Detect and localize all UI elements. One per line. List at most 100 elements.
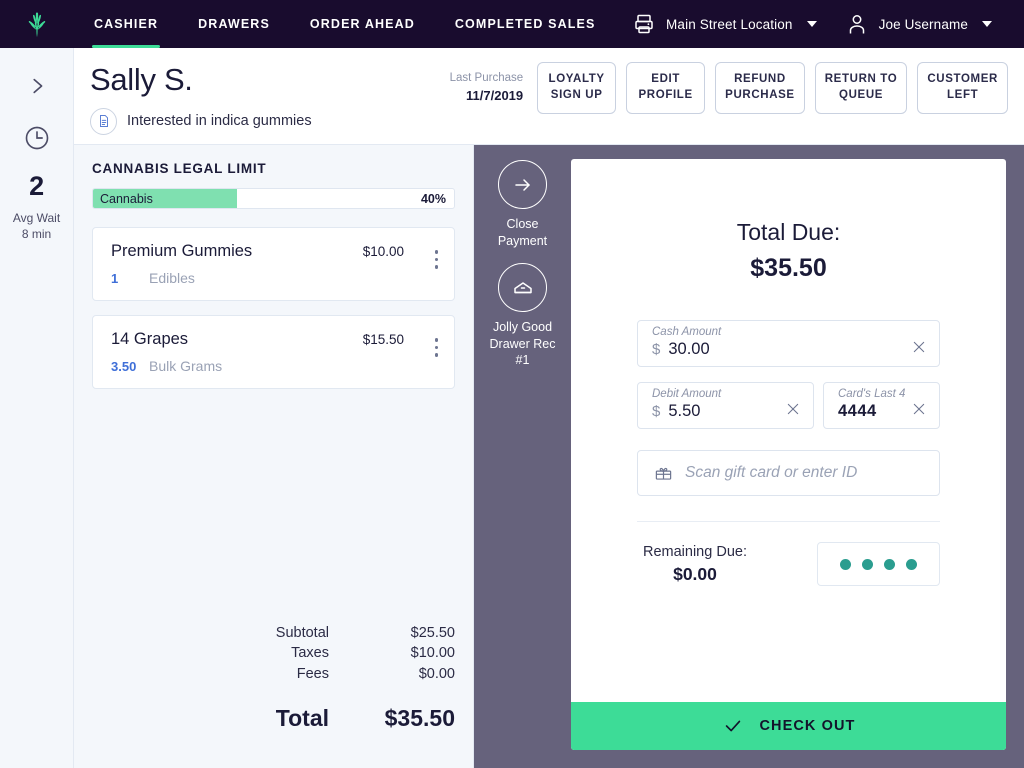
gift-card-icon [655, 467, 672, 480]
cart-item-quantity: 1 [111, 271, 119, 286]
queue-count: 2 [29, 171, 44, 201]
location-selector[interactable]: Main Street Location [618, 12, 831, 36]
top-navigation-bar: CASHIER DRAWERS ORDER AHEAD COMPLETED SA… [0, 0, 1024, 48]
user-menu[interactable]: Joe Username [831, 12, 1006, 36]
clock-icon [25, 126, 48, 150]
close-icon [787, 403, 799, 414]
user-name-label: Joe Username [878, 16, 968, 32]
tab-cashier-label: CASHIER [94, 17, 159, 31]
total-due-label: Total Due: [736, 219, 841, 245]
tab-order-ahead-label: ORDER AHEAD [309, 17, 415, 31]
customer-left-button[interactable]: CUSTOMER LEFT [917, 62, 1008, 114]
cart-item-name: Premium Gummies [111, 242, 253, 260]
pin-dot [862, 558, 873, 570]
payment-wrapper: Total Due: $35.50 Cash Amount $ 30.00 De… [571, 145, 1024, 768]
pin-dot [840, 558, 851, 570]
cart-item-price: $15.50 [362, 332, 404, 347]
fees-label: Fees [296, 665, 329, 682]
close-icon [913, 403, 925, 414]
cart-item-quantity: 3.50 [111, 359, 137, 374]
payment-action-rail: Close Payment Jolly Good Drawer Rec #1 [474, 145, 571, 768]
tab-cashier[interactable]: CASHIER [74, 0, 178, 48]
drawer-action: Jolly Good Drawer Rec #1 [490, 263, 556, 369]
cash-amount-label: Cash Amount [652, 326, 722, 338]
drawer-label: Jolly Good Drawer Rec #1 [489, 320, 556, 367]
close-icon [913, 341, 925, 352]
pin-dot [884, 558, 895, 570]
return-to-queue-button[interactable]: RETURN TO QUEUE [814, 62, 908, 114]
cart-item-row[interactable]: 14 Grapes $15.50 3.50 Bulk Grams [92, 315, 455, 389]
queue-clock-button[interactable] [23, 124, 51, 157]
cart-item-menu-button[interactable] [434, 250, 438, 269]
nav-tabs: CASHIER DRAWERS ORDER AHEAD COMPLETED SA… [74, 0, 615, 48]
pin-entry-display[interactable] [817, 542, 940, 586]
card-last4-field[interactable]: Card's Last 4 4444 [823, 382, 940, 429]
app-logo[interactable] [0, 9, 74, 39]
gift-card-field[interactable]: Scan gift card or enter ID [637, 450, 940, 496]
loyalty-sign-up-button[interactable]: LOYALTY SIGN UP [537, 62, 617, 114]
customer-note-row: Interested in indica gummies [90, 107, 312, 135]
chevron-down-icon [982, 21, 992, 27]
location-label: Main Street Location [666, 16, 793, 32]
remaining-due-block: Remaining Due: $0.00 [637, 544, 747, 585]
cart-item-menu-button[interactable] [434, 338, 438, 357]
note-icon[interactable] [90, 107, 117, 135]
cannabis-limit-label: Cannabis [100, 191, 153, 206]
clear-cash-amount-button[interactable] [911, 339, 927, 355]
nav-right-group: Main Street Location Joe Username [618, 12, 1024, 36]
expand-sidebar-button[interactable] [17, 66, 57, 106]
customer-note: Interested in indica gummies [127, 113, 312, 130]
subtotal-row: Subtotal $25.50 [92, 623, 455, 643]
total-due-value: $35.50 [750, 254, 827, 282]
debit-currency-symbol: $ [652, 403, 661, 420]
payment-panel: Total Due: $35.50 Cash Amount $ 30.00 De… [571, 159, 1006, 750]
cash-currency-symbol: $ [652, 341, 661, 358]
app-body: 2 Avg Wait 8 min Sally S. Interested in … [0, 48, 1024, 768]
refund-purchase-button[interactable]: REFUND PURCHASE [715, 62, 805, 114]
avg-wait-title: Avg Wait [12, 211, 61, 225]
debit-amount-field[interactable]: Debit Amount $ 5.50 [637, 382, 814, 429]
total-value: $35.50 [384, 704, 455, 731]
check-icon [725, 720, 740, 732]
cart-item-top: 14 Grapes $15.50 [111, 330, 440, 349]
pin-dot [906, 558, 917, 570]
taxes-label: Taxes [291, 645, 329, 662]
close-payment-label: Close Payment [497, 217, 548, 248]
tab-drawers[interactable]: DRAWERS [178, 0, 290, 48]
edit-profile-button[interactable]: EDIT PROFILE [626, 62, 706, 114]
avg-wait-value: 8 min [21, 227, 52, 242]
cash-amount-value-group: $ 30.00 [652, 340, 710, 359]
arrow-right-icon [514, 178, 530, 191]
gift-card-placeholder: Scan gift card or enter ID [685, 464, 858, 481]
cashier-app: CASHIER DRAWERS ORDER AHEAD COMPLETED SA… [0, 0, 1024, 768]
close-payment-action: Close Payment [498, 160, 547, 249]
check-out-label: CHECK OUT [759, 718, 856, 734]
clear-card-last4-button[interactable] [911, 401, 927, 417]
cart-item-price: $10.00 [362, 244, 404, 259]
total-label: Total [275, 704, 329, 731]
drawer-button[interactable] [498, 263, 547, 312]
check-out-button[interactable]: CHECK OUT [571, 702, 1006, 750]
cart-item-bottom: 1 Edibles [111, 270, 440, 286]
cart-item-bottom: 3.50 Bulk Grams [111, 358, 440, 374]
cart-item-category: Bulk Grams [149, 358, 223, 374]
cash-amount-value: 30.00 [668, 340, 710, 358]
avg-wait-label: Avg Wait 8 min [13, 210, 60, 242]
customer-actions: Last Purchase 11/7/2019 LOYALTY SIGN UP E… [450, 62, 1008, 114]
document-icon [99, 115, 108, 128]
cash-amount-field[interactable]: Cash Amount $ 30.00 [637, 320, 940, 367]
remaining-due-value: $0.00 [673, 563, 717, 584]
clear-debit-amount-button[interactable] [785, 401, 801, 417]
close-payment-button[interactable] [498, 160, 547, 209]
card-last4-value: 4444 [838, 402, 877, 420]
tab-order-ahead[interactable]: ORDER AHEAD [290, 0, 435, 48]
tab-completed-sales[interactable]: COMPLETED SALES [435, 0, 616, 48]
card-last4-label: Card's Last 4 [838, 388, 906, 400]
cart-item-row[interactable]: Premium Gummies $10.00 1 Edibles [92, 227, 455, 301]
main-content: Sally S. Interested in indica gummies La… [74, 48, 1024, 768]
debit-amount-value: 5.50 [668, 402, 701, 420]
tab-completed-sales-label: COMPLETED SALES [454, 17, 596, 31]
payment-divider [637, 521, 940, 522]
printer-icon [635, 14, 653, 34]
remaining-due-label: Remaining Due: [643, 543, 747, 560]
